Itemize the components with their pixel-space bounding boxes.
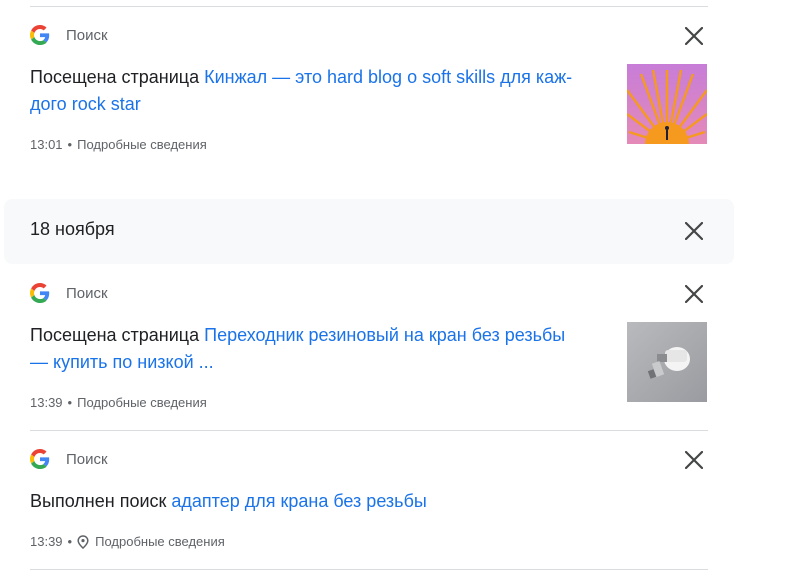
- faucet-adapter-image: [627, 322, 707, 402]
- entry-1-source-row: Поиск: [30, 281, 108, 305]
- close-button[interactable]: [680, 22, 708, 50]
- entry-2-source-row: Поиск: [30, 447, 108, 471]
- close-button[interactable]: [680, 280, 708, 308]
- entry-title: Посещена страница Кинжал — это hard blog…: [30, 64, 610, 118]
- close-icon: [685, 451, 703, 469]
- entry-time: 13:39: [30, 395, 63, 410]
- date-header: 18 ноября: [4, 199, 734, 264]
- entry-time: 13:01: [30, 137, 63, 152]
- entry-divider: [30, 430, 708, 431]
- date-header-label: 18 ноября: [30, 219, 115, 239]
- entry-link[interactable]: адаптер для крана без резьбы: [171, 491, 426, 511]
- entry-thumbnail[interactable]: [627, 322, 707, 402]
- entry-link-line1[interactable]: Кинжал — это hard blog о soft skills для…: [204, 67, 572, 87]
- entry-action-text: Посещена страница: [30, 67, 205, 87]
- entry-link-line2[interactable]: — купить по низкой ...: [30, 352, 214, 372]
- entry-thumbnail[interactable]: [627, 64, 707, 144]
- entry-title: Выполнен поиск адаптер для крана без рез…: [30, 488, 610, 515]
- close-icon: [685, 285, 703, 303]
- entry-meta: 13:01 • Подробные сведения: [30, 137, 207, 152]
- meta-separator: •: [67, 395, 73, 410]
- entry-link-line1[interactable]: Переходник резиновый на кран без резьбы: [204, 325, 565, 345]
- entry-meta: 13:39 • Подробные сведения: [30, 534, 225, 549]
- source-label: Поиск: [66, 450, 108, 468]
- entry-action-text: Выполнен поиск: [30, 491, 172, 511]
- entry-action-text: Посещена страница: [30, 325, 205, 345]
- date-header-close-button[interactable]: [680, 217, 708, 245]
- entry-link-line2[interactable]: дого rock star: [30, 94, 141, 114]
- google-g-icon: [30, 449, 50, 469]
- google-g-icon: [30, 25, 50, 45]
- close-icon: [685, 27, 703, 45]
- details-link[interactable]: Подробные сведения: [77, 137, 207, 152]
- top-divider: [30, 6, 708, 7]
- source-label: Поиск: [66, 284, 108, 302]
- bottom-divider: [30, 569, 708, 570]
- sunburst-image: [627, 64, 707, 144]
- details-link[interactable]: Подробные сведения: [77, 395, 207, 410]
- entry-time: 13:39: [30, 534, 63, 549]
- close-icon: [685, 222, 703, 240]
- location-pin-icon: [77, 534, 89, 549]
- entry-meta: 13:39 • Подробные сведения: [30, 395, 207, 410]
- google-g-icon: [30, 283, 50, 303]
- meta-separator: •: [67, 534, 73, 549]
- close-button[interactable]: [680, 446, 708, 474]
- entry-0-source-row: Поиск: [30, 23, 108, 47]
- details-link[interactable]: Подробные сведения: [95, 534, 225, 549]
- meta-separator: •: [67, 137, 73, 152]
- source-label: Поиск: [66, 26, 108, 44]
- entry-title: Посещена страница Переходник резиновый н…: [30, 322, 610, 376]
